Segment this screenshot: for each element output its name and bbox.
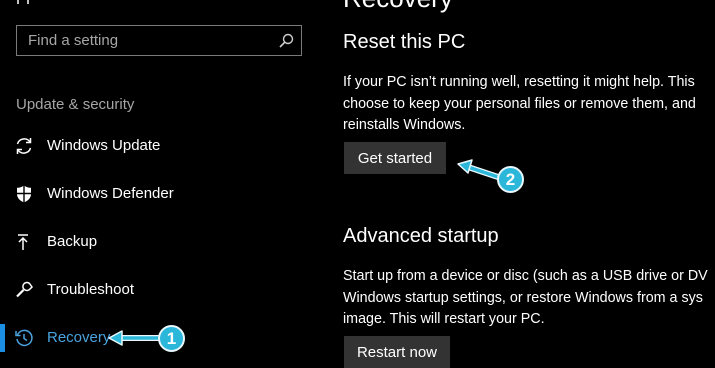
section-label: Update & security [16,96,135,113]
callout-badge-1: 1 [158,325,185,352]
search-icon[interactable] [278,32,295,49]
page-title: Recovery [343,0,453,14]
reset-description-line: reinstalls Windows. [343,117,466,133]
advanced-startup-heading: Advanced startup [343,225,499,247]
advanced-description-line: Windows startup settings, or restore Win… [343,289,703,306]
advanced-description-line: Start up from a device or disc (such as … [343,268,708,284]
reset-description: If your PC isn’t running well, resetting… [343,72,696,137]
callout-arrow-1 [108,330,165,346]
reset-description-line: choose to keep your personal files or re… [343,95,696,112]
sidebar-item-windows-update[interactable]: Windows Update [0,125,330,167]
settings-sidebar: Update & security Windows Update Windows… [0,0,330,360]
search-input[interactable] [17,26,267,55]
home-icon[interactable] [16,0,30,4]
backup-arrow-icon [14,232,34,252]
callout-arrow-2 [457,159,504,181]
restart-now-button[interactable]: Restart now [344,336,450,368]
sidebar-item-troubleshoot[interactable]: Troubleshoot [0,269,330,311]
sidebar-item-label: Recovery [47,329,111,346]
shield-icon [14,184,34,204]
search-box[interactable] [16,25,302,56]
reset-description-line: If your PC isn’t running well, resetting… [343,74,695,90]
callout-badge-2: 2 [497,166,524,193]
reset-heading: Reset this PC [343,31,466,53]
sidebar-item-label: Windows Defender [47,185,174,202]
advanced-description-line: image. This will restart your PC. [343,311,545,327]
get-started-button[interactable]: Get started [344,142,446,174]
advanced-startup-description: Start up from a device or disc (such as … [343,266,708,331]
wrench-icon [14,280,34,300]
sync-icon [14,136,34,156]
sidebar-item-backup[interactable]: Backup [0,221,330,263]
sidebar-item-label: Troubleshoot [47,281,134,298]
selection-indicator [0,324,5,352]
sidebar-item-windows-defender[interactable]: Windows Defender [0,173,330,215]
sidebar-item-label: Windows Update [47,137,161,154]
sidebar-item-label: Backup [47,233,98,250]
history-icon [14,328,34,348]
